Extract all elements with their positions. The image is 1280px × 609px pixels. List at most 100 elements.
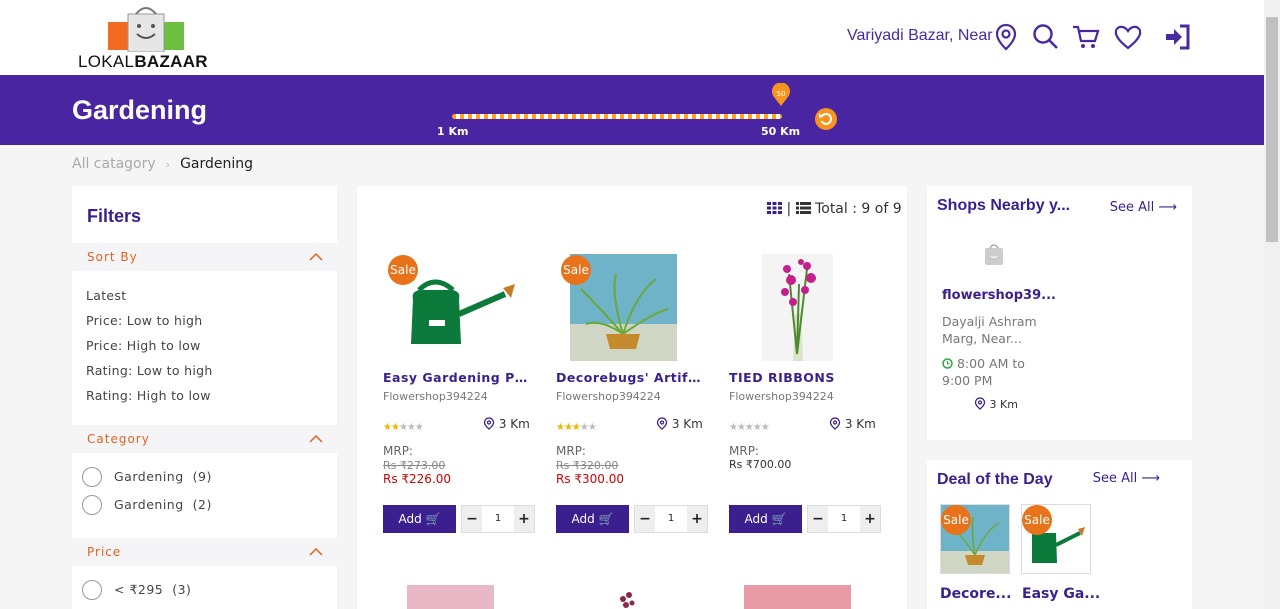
search-icon[interactable] — [1031, 22, 1061, 52]
sort-option-price-high-low[interactable]: Price: High to low — [86, 338, 201, 353]
filters-panel: Filters Sort By Latest Price: Low to hig… — [72, 186, 337, 609]
product-name[interactable]: Decorebugs' Artifi... — [556, 370, 701, 385]
top-header: LOKALBAZAAR Variyadi Bazar, Near — [0, 0, 1264, 75]
category-banner: Gardening 50 1 Km 50 Km — [0, 75, 1264, 145]
add-to-cart-button[interactable]: Add 🛒 — [729, 505, 802, 533]
total-count: Total : 9 of 9 — [815, 201, 902, 217]
page-title: Gardening — [72, 95, 208, 125]
logo[interactable]: LOKALBAZAAR — [78, 6, 218, 72]
sale-badge: Sale — [1022, 505, 1052, 535]
see-all-deals-link[interactable]: See All ⟶ — [1093, 471, 1160, 486]
decrease-quantity-button[interactable]: − — [635, 506, 655, 532]
shopping-bags-logo-icon — [108, 7, 184, 52]
increase-quantity-button[interactable]: + — [860, 506, 880, 532]
shops-nearby-panel: Shops Nearby y... See All ⟶ flowershop39… — [927, 186, 1192, 440]
category-header[interactable]: Category — [72, 425, 337, 453]
deal-item-name[interactable]: Easy Ga... — [1022, 586, 1100, 602]
product-shop: Flowershop394224 — [556, 390, 661, 403]
deal-item-image[interactable]: Sale — [1021, 504, 1091, 574]
tied-ribbons-image[interactable] — [729, 254, 881, 361]
category-heading: Category — [87, 432, 150, 446]
shop-name[interactable]: flowershop39... — [942, 288, 1056, 303]
logo-text: LOKALBAZAAR — [78, 52, 208, 71]
deal-item-image[interactable]: Sale — [940, 504, 1010, 574]
quantity-stepper: − 1 + — [461, 505, 535, 533]
sort-option-price-low-high[interactable]: Price: Low to high — [86, 313, 202, 328]
category-radio[interactable] — [82, 467, 102, 487]
product-image[interactable] — [407, 585, 494, 609]
add-to-cart-button[interactable]: Add 🛒 — [556, 505, 629, 533]
location-text[interactable]: Variyadi Bazar, Near — [847, 27, 993, 45]
decrease-quantity-button[interactable]: − — [808, 506, 828, 532]
grid-view-icon[interactable] — [767, 202, 782, 214]
cart-icon: 🛒 — [771, 512, 787, 526]
sort-option-rating-low-high[interactable]: Rating: Low to high — [86, 363, 213, 378]
distance: 3 Km — [483, 417, 530, 431]
quantity-value[interactable]: 1 — [482, 506, 514, 532]
shop-bag-icon[interactable] — [983, 242, 1005, 266]
increase-quantity-button[interactable]: + — [687, 506, 707, 532]
product-image[interactable] — [607, 585, 647, 609]
category-option[interactable]: Gardening (2) — [114, 497, 212, 512]
product-card[interactable]: Sale Decorebugs' Artifi... Flowershop394… — [556, 254, 708, 544]
decrease-quantity-button[interactable]: − — [462, 506, 482, 532]
sort-by-heading: Sort By — [87, 250, 138, 264]
clock-icon — [942, 358, 953, 369]
sale-badge: Sale — [388, 255, 418, 285]
quantity-value[interactable]: 1 — [828, 506, 860, 532]
deal-of-the-day-panel: Deal of the Day See All ⟶ Sale Sale Deco… — [927, 460, 1192, 609]
distance-slider-track[interactable] — [452, 114, 782, 119]
category-radio[interactable] — [82, 495, 102, 515]
deal-item-name[interactable]: Decore... — [940, 586, 1011, 602]
quantity-stepper: − 1 + — [807, 505, 881, 533]
heart-icon[interactable] — [1113, 22, 1143, 52]
price-option[interactable]: < ₹295 (3) — [114, 582, 191, 597]
list-view-icon[interactable] — [795, 202, 811, 214]
quantity-stepper: − 1 + — [634, 505, 708, 533]
location-pin-icon[interactable] — [991, 22, 1021, 52]
rating-stars: ★★★★★ — [383, 422, 424, 433]
sort-option-latest[interactable]: Latest — [86, 288, 126, 303]
distance: 3 Km — [829, 417, 876, 431]
scrollbar-thumb[interactable] — [1266, 17, 1278, 242]
increase-quantity-button[interactable]: + — [514, 506, 534, 532]
location-pin-icon — [483, 417, 495, 430]
reset-distance-button[interactable] — [815, 108, 837, 130]
filters-title: Filters — [87, 206, 142, 226]
cart-icon[interactable] — [1071, 22, 1101, 52]
chevron-up-icon — [309, 547, 323, 556]
mrp-label: MRP: — [556, 444, 586, 458]
shops-nearby-title: Shops Nearby y... — [937, 197, 1071, 214]
slider-value: 50 — [777, 90, 786, 98]
product-image[interactable] — [744, 585, 851, 609]
price-header[interactable]: Price — [72, 538, 337, 566]
product-name[interactable]: Easy Gardening Pla... — [383, 370, 528, 385]
sale-badge: Sale — [561, 255, 591, 285]
flower-image — [620, 592, 635, 608]
see-all-shops-link[interactable]: See All ⟶ — [1110, 200, 1177, 215]
sale-badge: Sale — [941, 505, 971, 535]
product-name[interactable]: TIED RIBBONS — [729, 370, 874, 385]
price: Rs ₹700.00 — [729, 458, 792, 471]
distance-slider-thumb[interactable]: 50 — [771, 83, 791, 107]
add-to-cart-button[interactable]: Add 🛒 — [383, 505, 456, 533]
shop-distance: 3 Km — [974, 397, 1018, 411]
cart-icon: 🛒 — [425, 512, 441, 526]
sort-option-rating-high-low[interactable]: Rating: High to low — [86, 388, 211, 403]
sort-by-header[interactable]: Sort By — [72, 243, 337, 271]
login-icon[interactable] — [1163, 22, 1193, 52]
category-option[interactable]: Gardening (9) — [114, 469, 212, 484]
shop-hours: 8:00 AM to 9:00 PM — [942, 356, 1025, 388]
old-price: Rs ₹273.00 — [383, 459, 446, 472]
price-radio[interactable] — [82, 580, 102, 600]
old-price: Rs ₹320.00 — [556, 459, 619, 472]
quantity-value[interactable]: 1 — [655, 506, 687, 532]
breadcrumb-parent[interactable]: All catagory — [72, 156, 156, 172]
chevron-up-icon — [309, 434, 323, 443]
shop-address: Dayalji Ashram Marg, Near... — [942, 314, 1037, 346]
location-pin-icon — [829, 417, 841, 430]
product-card[interactable]: Sale Easy Gardening Pla... Flowershop394… — [383, 254, 535, 544]
product-card[interactable]: TIED RIBBONS Flowershop394224 ★★★★★ 3 Km… — [729, 254, 881, 544]
reset-icon — [819, 112, 833, 125]
chevron-up-icon — [309, 252, 323, 261]
